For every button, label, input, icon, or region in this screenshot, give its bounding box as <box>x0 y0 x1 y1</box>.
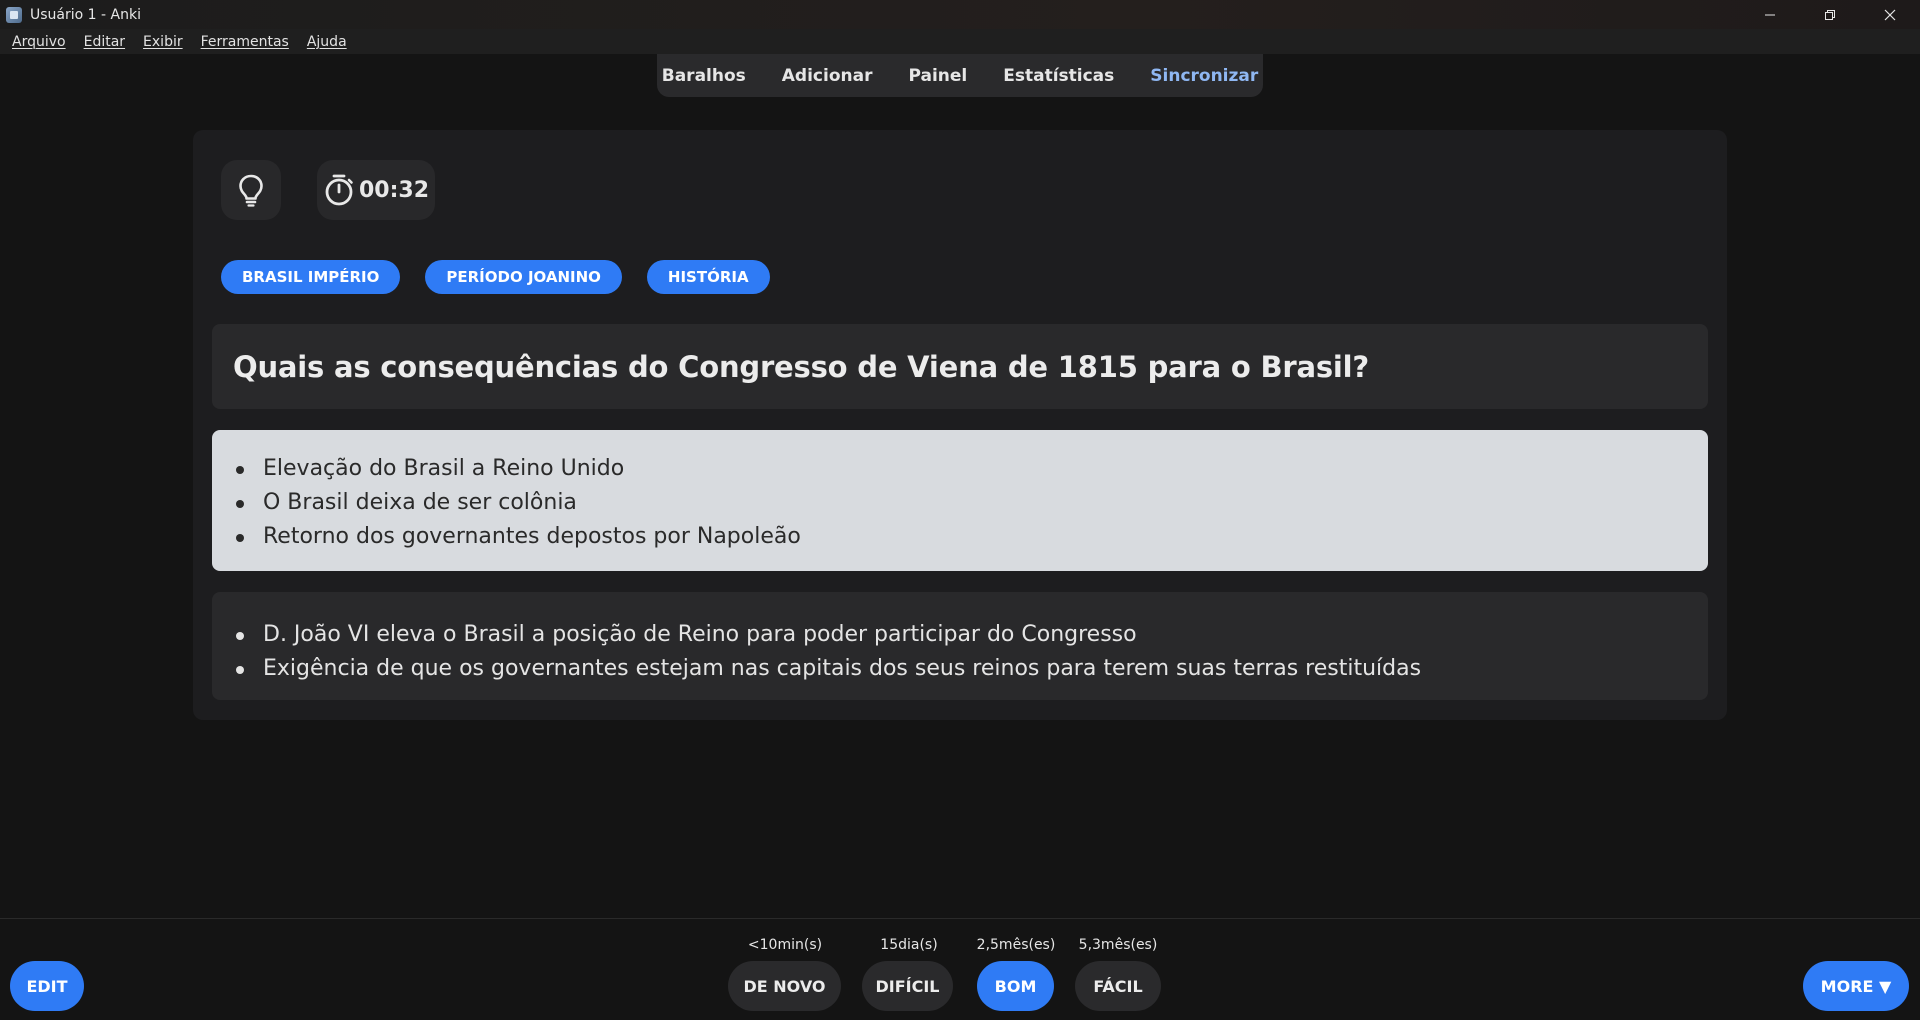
menu-ajuda[interactable]: Ajuda <box>301 34 353 50</box>
extra-info-box: D. João VI eleva o Brasil a posição de R… <box>212 592 1708 700</box>
nav-baralhos[interactable]: Baralhos <box>662 66 746 86</box>
nav-adicionar[interactable]: Adicionar <box>782 66 873 86</box>
title-bar: Usuário 1 - Anki <box>0 0 1920 29</box>
hint-button[interactable] <box>221 160 281 220</box>
answer-bar: EDIT <10min(s) 15dia(s) 2,5mês(es) 5,3mê… <box>0 918 1920 1020</box>
stopwatch-icon <box>325 174 353 206</box>
interval-easy: 5,3mês(es) <box>1078 937 1158 953</box>
anki-app-icon <box>6 6 22 23</box>
tag-periodo-joanino[interactable]: PERÍODO JOANINO <box>425 260 622 294</box>
hard-button[interactable]: DIFÍCIL <box>862 961 953 1011</box>
tag-brasil-imperio[interactable]: BRASIL IMPÉRIO <box>221 260 401 294</box>
top-navigation: Baralhos Adicionar Painel Estatísticas S… <box>657 54 1263 97</box>
easy-button[interactable]: FÁCIL <box>1075 961 1161 1011</box>
close-icon <box>1884 9 1896 20</box>
nav-sincronizar[interactable]: Sincronizar <box>1150 66 1258 86</box>
review-card: 00:32 BRASIL IMPÉRIO PERÍODO JOANINO HIS… <box>193 130 1727 720</box>
answer-item: O Brasil deixa de ser colônia <box>233 486 1708 520</box>
nav-estatisticas[interactable]: Estatísticas <box>1003 66 1114 86</box>
extra-item: Exigência de que os governantes estejam … <box>233 652 1708 686</box>
window-title: Usuário 1 - Anki <box>30 6 141 23</box>
answer-box: Elevação do Brasil a Reino Unido O Brasi… <box>212 430 1708 571</box>
interval-hard: 15dia(s) <box>880 937 938 953</box>
question-text: Quais as consequências do Congresso de V… <box>233 349 1370 384</box>
menu-bar: Arquivo Editar Exibir Ferramentas Ajuda <box>0 29 1920 54</box>
minimize-icon <box>1765 14 1775 15</box>
menu-editar[interactable]: Editar <box>78 34 131 50</box>
answer-item: Retorno dos governantes depostos por Nap… <box>233 520 1708 554</box>
interval-good: 2,5mês(es) <box>976 937 1056 953</box>
restore-button[interactable] <box>1800 0 1860 29</box>
answer-list: Elevação do Brasil a Reino Unido O Brasi… <box>233 452 1708 554</box>
good-button[interactable]: BOM <box>977 961 1054 1011</box>
edit-button[interactable]: EDIT <box>10 961 84 1011</box>
question-box: Quais as consequências do Congresso de V… <box>212 324 1708 409</box>
menu-ferramentas[interactable]: Ferramentas <box>195 34 295 50</box>
extra-list: D. João VI eleva o Brasil a posição de R… <box>233 618 1708 686</box>
close-button[interactable] <box>1860 0 1920 29</box>
restore-icon <box>1825 9 1835 20</box>
answer-item: Elevação do Brasil a Reino Unido <box>233 452 1708 486</box>
menu-arquivo[interactable]: Arquivo <box>6 34 72 50</box>
timer-display: 00:32 <box>317 160 435 220</box>
minimize-button[interactable] <box>1740 0 1800 29</box>
more-button[interactable]: MORE ▼ <box>1803 961 1909 1011</box>
tag-historia[interactable]: HISTÓRIA <box>646 260 770 294</box>
again-button[interactable]: DE NOVO <box>728 961 841 1011</box>
lightbulb-icon <box>239 174 263 207</box>
interval-again: <10min(s) <box>747 937 823 953</box>
timer-value: 00:32 <box>358 177 430 203</box>
menu-exibir[interactable]: Exibir <box>137 34 189 50</box>
extra-item: D. João VI eleva o Brasil a posição de R… <box>233 618 1708 652</box>
nav-painel[interactable]: Painel <box>908 66 967 86</box>
window-controls <box>1740 0 1920 29</box>
tag-list: BRASIL IMPÉRIO PERÍODO JOANINO HISTÓRIA <box>221 260 795 294</box>
